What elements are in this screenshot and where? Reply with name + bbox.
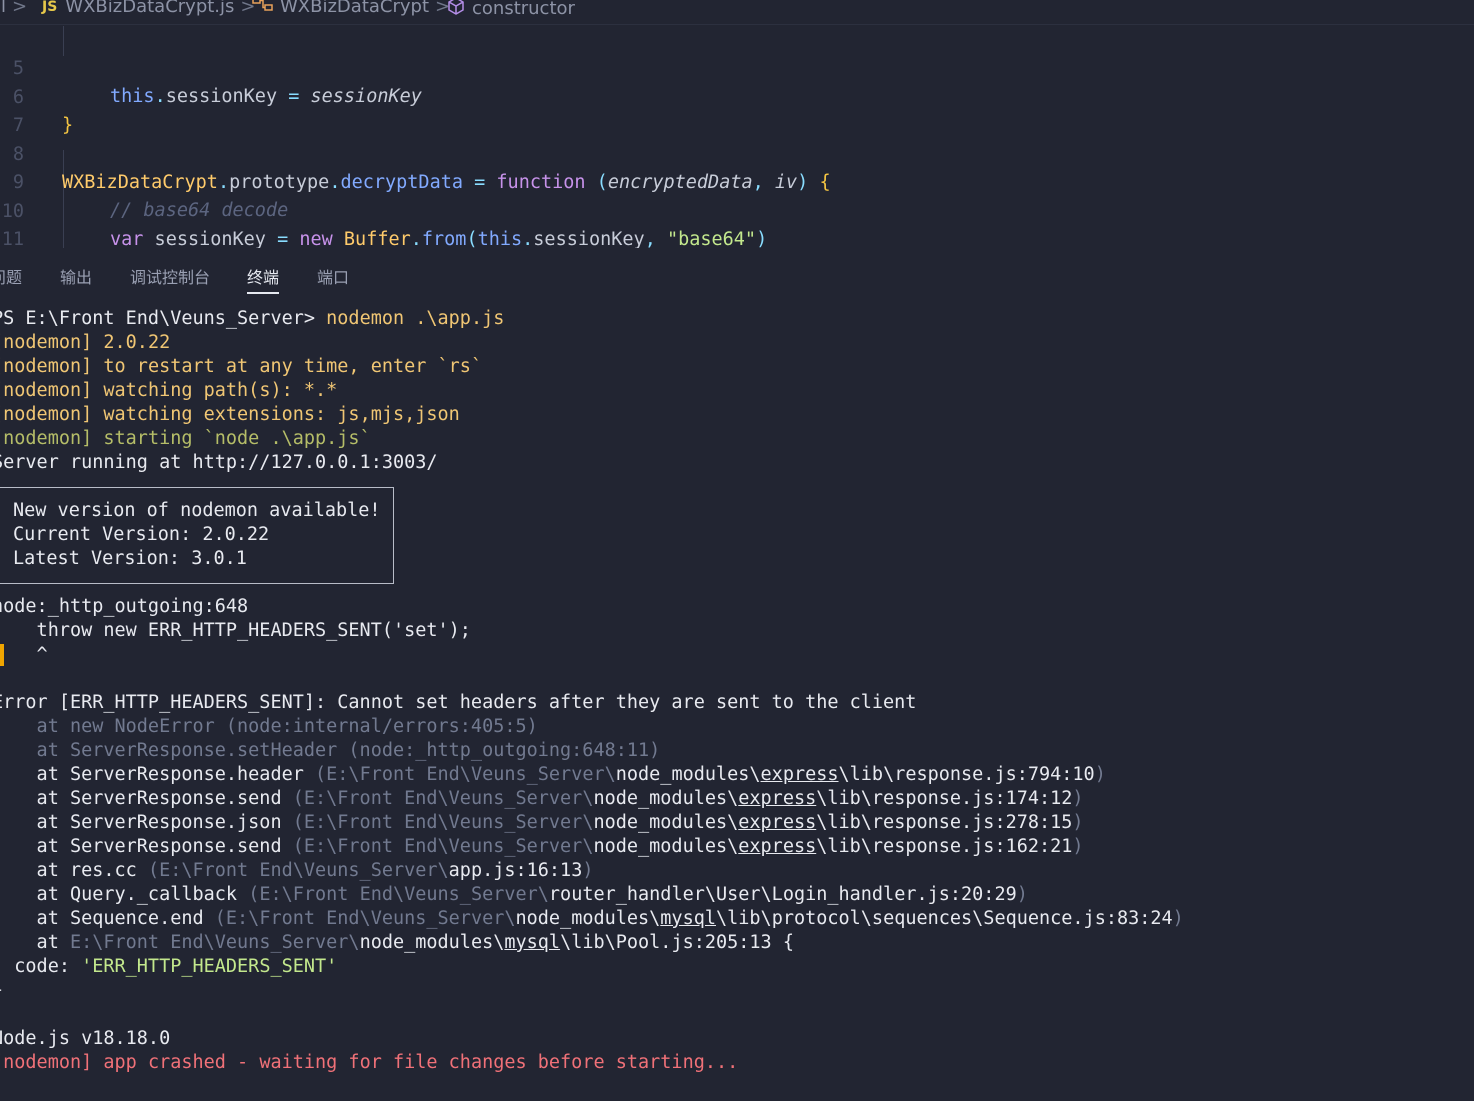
error-location-line: node:_http_outgoing:648 bbox=[0, 596, 249, 617]
breadcrumb-folder-label: il bbox=[0, 0, 7, 17]
stack-frame: at ServerResponse.setHeader (node:_http_… bbox=[0, 740, 661, 761]
indent-guide bbox=[63, 150, 64, 248]
nodemon-line: [nodemon] watching path(s): *.* bbox=[0, 380, 338, 401]
closing-brace-line: } bbox=[0, 979, 3, 1003]
code-comment: // base64 decode bbox=[110, 200, 289, 221]
breadcrumb-item-method[interactable]: constructor bbox=[446, 0, 575, 21]
code-line: 10 var sessionKey = new Buffer.from(this… bbox=[0, 170, 768, 248]
error-throw-line: throw new ERR_HTTP_HEADERS_SENT('set'); bbox=[0, 620, 471, 641]
server-running-line: Server running at http://127.0.0.1:3003/ bbox=[0, 452, 438, 473]
code-line: 7 bbox=[0, 84, 45, 136]
stack-frame: at new NodeError (node:internal/errors:4… bbox=[0, 716, 538, 737]
code-text: WXBizDataCrypt.prototype.decryptData = f… bbox=[62, 172, 831, 193]
code-line: 6 } bbox=[0, 56, 73, 136]
nodemon-line: [nodemon] to restart at any time, enter … bbox=[0, 356, 483, 377]
stack-frame: at ServerResponse.send (E:\Front End\Veu… bbox=[0, 788, 1084, 809]
stack-frame: at Sequence.end (E:\Front End\Veuns_Serv… bbox=[0, 908, 1184, 929]
code-line: 11 encryptedData = new Buffer.from(encry… bbox=[0, 198, 45, 248]
tab-problems[interactable]: 问题 bbox=[0, 264, 22, 288]
error-code-line: code: 'ERR_HTTP_HEADERS_SENT' bbox=[14, 956, 338, 977]
node-version-line: Node.js v18.18.0 bbox=[0, 1028, 171, 1049]
method-cube-icon bbox=[446, 0, 466, 21]
stack-frame: at res.cc (E:\Front End\Veuns_Server\app… bbox=[0, 860, 594, 881]
code-line: 9 // base64 decode bbox=[0, 141, 288, 221]
code-text: this.sessionKey = sessionKey bbox=[110, 86, 422, 107]
stack-frame: at E:\Front End\Veuns_Server\node_module… bbox=[36, 932, 794, 953]
crash-message-line: [nodemon] app crashed - waiting for file… bbox=[0, 1052, 739, 1073]
update-notice-line: Current Version: 2.0.22 bbox=[13, 524, 270, 545]
stack-frame: at ServerResponse.json (E:\Front End\Veu… bbox=[0, 812, 1084, 833]
code-line: 5 this.sessionKey = sessionKey bbox=[0, 27, 422, 107]
indent-guide bbox=[63, 26, 64, 56]
code-editor[interactable]: 5 this.sessionKey = sessionKey 6 } 7 8 W… bbox=[0, 26, 1474, 248]
tab-ports[interactable]: 端口 bbox=[317, 264, 349, 288]
stack-frame: at ServerResponse.send (E:\Front End\Veu… bbox=[0, 836, 1084, 857]
breadcrumb-method-label: constructor bbox=[472, 0, 575, 19]
js-file-icon: JS bbox=[42, 0, 58, 15]
error-caret-line: ^ bbox=[36, 644, 48, 665]
tab-debug-console[interactable]: 调试控制台 bbox=[130, 264, 210, 288]
nodemon-line: [nodemon] watching extensions: js,mjs,js… bbox=[0, 404, 460, 425]
nodemon-line: [nodemon] starting `node .\app.js` bbox=[0, 428, 371, 449]
code-line: 8 WXBizDataCrypt.prototype.decryptData =… bbox=[0, 113, 831, 193]
panel-tab-bar: 问题 输出 调试控制台 终端 端口 bbox=[0, 256, 1474, 296]
breadcrumb-class-label: WXBizDataCrypt bbox=[280, 0, 430, 17]
error-message-line: Error [ERR_HTTP_HEADERS_SENT]: Cannot se… bbox=[0, 692, 917, 713]
breadcrumb-item-file[interactable]: JS WXBizDataCrypt.js > bbox=[42, 0, 262, 17]
terminal-prompt: PS E:\Front End\Veuns_Server> bbox=[0, 308, 316, 329]
nodemon-line: [nodemon] 2.0.22 bbox=[0, 332, 171, 353]
tab-terminal[interactable]: 终端 bbox=[247, 264, 280, 294]
code-text: } bbox=[62, 115, 74, 136]
breadcrumb-item-class[interactable]: WXBizDataCrypt > bbox=[252, 0, 456, 17]
breadcrumb-file-label: WXBizDataCrypt.js bbox=[65, 0, 235, 17]
chevron-right-icon: > bbox=[12, 0, 28, 17]
stack-frame: at ServerResponse.header (E:\Front End\V… bbox=[0, 764, 1106, 785]
breadcrumb: il > JS WXBizDataCrypt.js > WXBizDataCry… bbox=[0, 0, 1474, 25]
breadcrumb-item-folder[interactable]: il > bbox=[0, 0, 33, 17]
terminal-command: nodemon .\app.js bbox=[326, 308, 505, 329]
stack-frame: at Query._callback (E:\Front End\Veuns_S… bbox=[0, 884, 1028, 905]
terminal-output[interactable]: PS E:\Front End\Veuns_Server> nodemon .\… bbox=[0, 306, 1474, 1101]
update-notice-line: Latest Version: 3.0.1 bbox=[13, 548, 247, 569]
update-notice-line: New version of nodemon available! bbox=[13, 500, 381, 521]
code-text: var sessionKey = new Buffer.from(this.se… bbox=[110, 229, 768, 248]
class-icon bbox=[252, 0, 274, 17]
terminal-prompt-line: PS E:\Front End\Veuns_Server> nodemon .\… bbox=[0, 307, 504, 331]
tab-output[interactable]: 输出 bbox=[60, 264, 92, 288]
code-line: 12 iv = new Buffer.from(iv, "base64") bbox=[0, 227, 45, 248]
